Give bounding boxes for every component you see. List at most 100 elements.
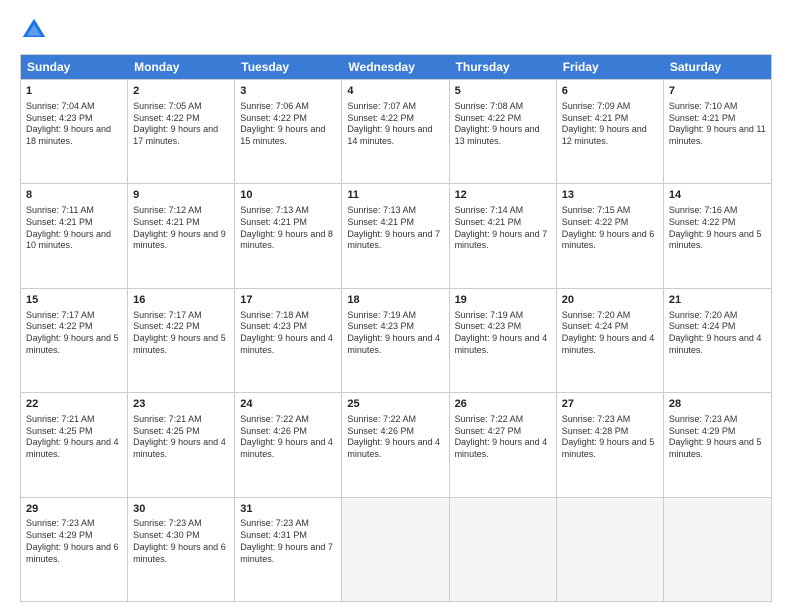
day-number: 13 <box>562 188 658 203</box>
day-number: 22 <box>26 397 122 412</box>
calendar-cell <box>342 498 449 601</box>
header-day-monday: Monday <box>128 55 235 79</box>
day-details: Sunrise: 7:22 AMSunset: 4:26 PMDaylight:… <box>240 414 336 461</box>
day-details: Sunrise: 7:12 AMSunset: 4:21 PMDaylight:… <box>133 205 229 252</box>
header-day-saturday: Saturday <box>664 55 771 79</box>
day-details: Sunrise: 7:23 AMSunset: 4:30 PMDaylight:… <box>133 518 229 565</box>
day-number: 9 <box>133 188 229 203</box>
calendar-row-5: 29Sunrise: 7:23 AMSunset: 4:29 PMDayligh… <box>21 497 771 601</box>
calendar-cell <box>664 498 771 601</box>
logo-icon <box>20 16 48 44</box>
day-details: Sunrise: 7:06 AMSunset: 4:22 PMDaylight:… <box>240 101 336 148</box>
day-details: Sunrise: 7:13 AMSunset: 4:21 PMDaylight:… <box>347 205 443 252</box>
calendar-cell: 25Sunrise: 7:22 AMSunset: 4:26 PMDayligh… <box>342 393 449 496</box>
header-day-thursday: Thursday <box>450 55 557 79</box>
day-number: 12 <box>455 188 551 203</box>
day-number: 27 <box>562 397 658 412</box>
day-number: 17 <box>240 293 336 308</box>
day-details: Sunrise: 7:10 AMSunset: 4:21 PMDaylight:… <box>669 101 766 148</box>
day-number: 16 <box>133 293 229 308</box>
day-details: Sunrise: 7:05 AMSunset: 4:22 PMDaylight:… <box>133 101 229 148</box>
header <box>20 16 772 44</box>
page: SundayMondayTuesdayWednesdayThursdayFrid… <box>0 0 792 612</box>
calendar-cell: 23 Sunrise: 7:21 AMSunset: 4:25 PMDayligh… <box>128 393 235 496</box>
calendar-row-4: 22 Sunrise: 7:21 AMSunset: 4:25 PMDayligh… <box>21 392 771 496</box>
header-day-friday: Friday <box>557 55 664 79</box>
day-details: Sunrise: 7:23 AMSunset: 4:28 PMDaylight:… <box>562 414 658 461</box>
calendar-cell: 4Sunrise: 7:07 AMSunset: 4:22 PMDaylight… <box>342 80 449 183</box>
calendar-cell: 16Sunrise: 7:17 AMSunset: 4:22 PMDayligh… <box>128 289 235 392</box>
day-number: 5 <box>455 84 551 99</box>
day-number: 2 <box>133 84 229 99</box>
calendar: SundayMondayTuesdayWednesdayThursdayFrid… <box>20 54 772 602</box>
day-number: 29 <box>26 502 122 517</box>
calendar-cell: 3 Sunrise: 7:06 AMSunset: 4:22 PMDaylight… <box>235 80 342 183</box>
calendar-cell: 7 Sunrise: 7:10 AMSunset: 4:21 PMDaylight… <box>664 80 771 183</box>
calendar-cell: 10 Sunrise: 7:13 AMSunset: 4:21 PMDayligh… <box>235 184 342 287</box>
day-number: 11 <box>347 188 443 203</box>
calendar-cell: 5 Sunrise: 7:08 AMSunset: 4:22 PMDaylight… <box>450 80 557 183</box>
calendar-cell: 18Sunrise: 7:19 AMSunset: 4:23 PMDayligh… <box>342 289 449 392</box>
calendar-cell: 14 Sunrise: 7:16 AMSunset: 4:22 PMDayligh… <box>664 184 771 287</box>
day-details: Sunrise: 7:15 AMSunset: 4:22 PMDaylight:… <box>562 205 658 252</box>
day-number: 14 <box>669 188 766 203</box>
calendar-cell: 13 Sunrise: 7:15 AMSunset: 4:22 PMDayligh… <box>557 184 664 287</box>
day-details: Sunrise: 7:11 AMSunset: 4:21 PMDaylight:… <box>26 205 122 252</box>
day-details: Sunrise: 7:22 AMSunset: 4:26 PMDaylight:… <box>347 414 443 461</box>
calendar-cell: 30Sunrise: 7:23 AMSunset: 4:30 PMDayligh… <box>128 498 235 601</box>
calendar-cell: 12 Sunrise: 7:14 AMSunset: 4:21 PMDayligh… <box>450 184 557 287</box>
day-number: 3 <box>240 84 336 99</box>
calendar-cell: 1 Sunrise: 7:04 AMSunset: 4:23 PMDaylight… <box>21 80 128 183</box>
calendar-cell: 24 Sunrise: 7:22 AMSunset: 4:26 PMDayligh… <box>235 393 342 496</box>
day-number: 19 <box>455 293 551 308</box>
day-details: Sunrise: 7:23 AMSunset: 4:29 PMDaylight:… <box>26 518 122 565</box>
day-details: Sunrise: 7:08 AMSunset: 4:22 PMDaylight:… <box>455 101 551 148</box>
calendar-cell <box>557 498 664 601</box>
day-number: 30 <box>133 502 229 517</box>
calendar-cell: 20 Sunrise: 7:20 AMSunset: 4:24 PMDayligh… <box>557 289 664 392</box>
calendar-cell: 6Sunrise: 7:09 AMSunset: 4:21 PMDaylight… <box>557 80 664 183</box>
day-number: 23 <box>133 397 229 412</box>
day-number: 10 <box>240 188 336 203</box>
calendar-cell: 17Sunrise: 7:18 AMSunset: 4:23 PMDayligh… <box>235 289 342 392</box>
day-details: Sunrise: 7:20 AMSunset: 4:24 PMDaylight:… <box>669 310 766 357</box>
calendar-header: SundayMondayTuesdayWednesdayThursdayFrid… <box>21 55 771 79</box>
calendar-body: 1 Sunrise: 7:04 AMSunset: 4:23 PMDaylight… <box>21 79 771 601</box>
day-number: 26 <box>455 397 551 412</box>
day-details: Sunrise: 7:13 AMSunset: 4:21 PMDaylight:… <box>240 205 336 252</box>
logo <box>20 16 52 44</box>
day-number: 4 <box>347 84 443 99</box>
calendar-cell: 26 Sunrise: 7:22 AMSunset: 4:27 PMDayligh… <box>450 393 557 496</box>
day-details: Sunrise: 7:21 AMSunset: 4:25 PMDaylight:… <box>133 414 229 461</box>
header-day-wednesday: Wednesday <box>342 55 449 79</box>
day-number: 20 <box>562 293 658 308</box>
day-number: 31 <box>240 502 336 517</box>
calendar-cell: 21Sunrise: 7:20 AMSunset: 4:24 PMDayligh… <box>664 289 771 392</box>
calendar-cell: 15Sunrise: 7:17 AMSunset: 4:22 PMDayligh… <box>21 289 128 392</box>
day-details: Sunrise: 7:20 AMSunset: 4:24 PMDaylight:… <box>562 310 658 357</box>
calendar-cell <box>450 498 557 601</box>
day-details: Sunrise: 7:16 AMSunset: 4:22 PMDaylight:… <box>669 205 766 252</box>
day-number: 7 <box>669 84 766 99</box>
day-details: Sunrise: 7:14 AMSunset: 4:21 PMDaylight:… <box>455 205 551 252</box>
day-details: Sunrise: 7:23 AMSunset: 4:31 PMDaylight:… <box>240 518 336 565</box>
calendar-row-1: 1 Sunrise: 7:04 AMSunset: 4:23 PMDaylight… <box>21 79 771 183</box>
day-number: 1 <box>26 84 122 99</box>
day-number: 28 <box>669 397 766 412</box>
day-details: Sunrise: 7:19 AMSunset: 4:23 PMDaylight:… <box>455 310 551 357</box>
calendar-cell: 27 Sunrise: 7:23 AMSunset: 4:28 PMDayligh… <box>557 393 664 496</box>
day-details: Sunrise: 7:22 AMSunset: 4:27 PMDaylight:… <box>455 414 551 461</box>
calendar-cell: 2 Sunrise: 7:05 AMSunset: 4:22 PMDaylight… <box>128 80 235 183</box>
day-number: 8 <box>26 188 122 203</box>
calendar-cell: 19 Sunrise: 7:19 AMSunset: 4:23 PMDayligh… <box>450 289 557 392</box>
calendar-cell: 31Sunrise: 7:23 AMSunset: 4:31 PMDayligh… <box>235 498 342 601</box>
day-details: Sunrise: 7:21 AMSunset: 4:25 PMDaylight:… <box>26 414 122 461</box>
day-number: 24 <box>240 397 336 412</box>
day-details: Sunrise: 7:23 AMSunset: 4:29 PMDaylight:… <box>669 414 766 461</box>
header-day-sunday: Sunday <box>21 55 128 79</box>
calendar-row-2: 8 Sunrise: 7:11 AMSunset: 4:21 PMDaylight… <box>21 183 771 287</box>
day-details: Sunrise: 7:04 AMSunset: 4:23 PMDaylight:… <box>26 101 122 148</box>
calendar-cell: 8 Sunrise: 7:11 AMSunset: 4:21 PMDaylight… <box>21 184 128 287</box>
calendar-cell: 29Sunrise: 7:23 AMSunset: 4:29 PMDayligh… <box>21 498 128 601</box>
header-day-tuesday: Tuesday <box>235 55 342 79</box>
